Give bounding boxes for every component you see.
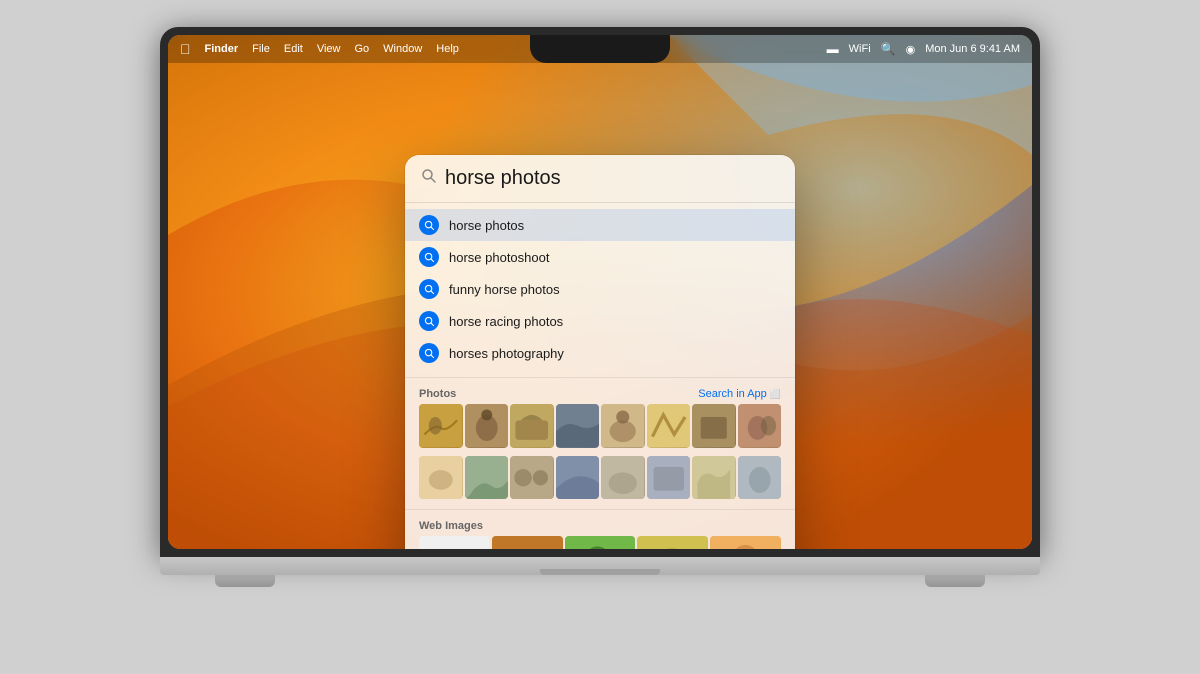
photo-thumb-2[interactable]	[465, 404, 509, 448]
photo-thumb-6[interactable]	[647, 404, 691, 448]
photo-thumb-8[interactable]	[738, 404, 782, 448]
photo-thumb-5[interactable]	[601, 404, 645, 448]
photos-grid-row1	[405, 404, 795, 456]
macbook-foot-left	[215, 575, 275, 587]
photo-thumb-15[interactable]	[692, 456, 736, 500]
suggestion-5-text: horses photography	[449, 346, 564, 361]
macbook-bottom-bar	[160, 557, 1040, 575]
suggestion-3-icon	[419, 279, 439, 299]
menubar-left:  Finder File Edit View Go Window Help	[180, 42, 459, 56]
suggestion-1-icon	[419, 215, 439, 235]
suggestion-3-text: funny horse photos	[449, 282, 560, 297]
suggestion-4[interactable]: horse racing photos	[405, 305, 795, 337]
spotlight-search-bar[interactable]: horse photos	[405, 155, 795, 203]
menubar-go[interactable]: Go	[354, 43, 369, 55]
menubar-edit[interactable]: Edit	[284, 43, 303, 55]
spotlight-search-icon	[421, 168, 437, 189]
macbook:  Finder File Edit View Go Window Help ▬…	[110, 27, 1090, 647]
photo-thumb-11[interactable]	[510, 456, 554, 500]
menubar-window[interactable]: Window	[383, 43, 422, 55]
spotlight-window: horse photos horse photos horse	[405, 155, 795, 549]
suggestion-2-icon	[419, 247, 439, 267]
photo-thumb-12[interactable]	[556, 456, 600, 500]
photo-thumb-13[interactable]	[601, 456, 645, 500]
web-photo-5[interactable]	[710, 536, 781, 549]
web-photo-1[interactable]	[419, 536, 490, 549]
web-photo-4[interactable]	[637, 536, 708, 549]
web-photo-2[interactable]	[492, 536, 563, 549]
spotlight-suggestions: horse photos horse photoshoot funny hors…	[405, 203, 795, 375]
menubar-file[interactable]: File	[252, 43, 270, 55]
suggestion-5[interactable]: horses photography	[405, 337, 795, 369]
search-menubar-icon[interactable]: 🔍	[881, 42, 896, 56]
search-in-app-text: Search in App	[698, 388, 767, 400]
web-photos-grid	[405, 536, 795, 549]
photos-section-header: Photos Search in App ⬜	[405, 380, 795, 404]
menubar-finder[interactable]: Finder	[205, 43, 239, 55]
suggestion-5-icon	[419, 343, 439, 363]
web-images-section-title: Web Images	[419, 520, 483, 532]
web-images-section-header: Web Images	[405, 512, 795, 536]
siri-icon[interactable]: ◉	[906, 43, 916, 56]
menubar-view[interactable]: View	[317, 43, 341, 55]
wifi-icon: WiFi	[849, 43, 871, 55]
spotlight-query-text[interactable]: horse photos	[445, 167, 779, 190]
section-divider-2	[405, 509, 795, 510]
suggestion-4-icon	[419, 311, 439, 331]
photo-thumb-16[interactable]	[738, 456, 782, 500]
photos-section-title: Photos	[419, 388, 456, 400]
macbook-screen:  Finder File Edit View Go Window Help ▬…	[168, 35, 1032, 549]
photo-thumb-9[interactable]	[419, 456, 463, 500]
section-divider-1	[405, 377, 795, 378]
suggestion-4-text: horse racing photos	[449, 314, 563, 329]
photo-thumb-1[interactable]	[419, 404, 463, 448]
suggestion-3[interactable]: funny horse photos	[405, 273, 795, 305]
photo-thumb-14[interactable]	[647, 456, 691, 500]
menubar-help[interactable]: Help	[436, 43, 459, 55]
photo-thumb-4[interactable]	[556, 404, 600, 448]
macbook-feet	[175, 575, 1025, 587]
suggestion-1[interactable]: horse photos	[405, 209, 795, 241]
macbook-lid:  Finder File Edit View Go Window Help ▬…	[160, 27, 1040, 557]
external-link-icon: ⬜	[770, 389, 781, 400]
photo-thumb-10[interactable]	[465, 456, 509, 500]
suggestion-2-text: horse photoshoot	[449, 250, 549, 265]
macbook-foot-right	[925, 575, 985, 587]
battery-icon: ▬	[827, 42, 839, 56]
notch	[530, 35, 670, 63]
web-photo-3[interactable]	[565, 536, 636, 549]
photos-grid-row2	[405, 456, 795, 508]
datetime-display: Mon Jun 6 9:41 AM	[925, 43, 1020, 55]
apple-menu[interactable]: 	[180, 42, 191, 56]
photo-thumb-7[interactable]	[692, 404, 736, 448]
menubar-right: ▬ WiFi 🔍 ◉ Mon Jun 6 9:41 AM	[827, 42, 1020, 56]
suggestion-1-text: horse photos	[449, 218, 524, 233]
search-in-app-link[interactable]: Search in App ⬜	[698, 388, 781, 400]
suggestion-2[interactable]: horse photoshoot	[405, 241, 795, 273]
photo-thumb-3[interactable]	[510, 404, 554, 448]
